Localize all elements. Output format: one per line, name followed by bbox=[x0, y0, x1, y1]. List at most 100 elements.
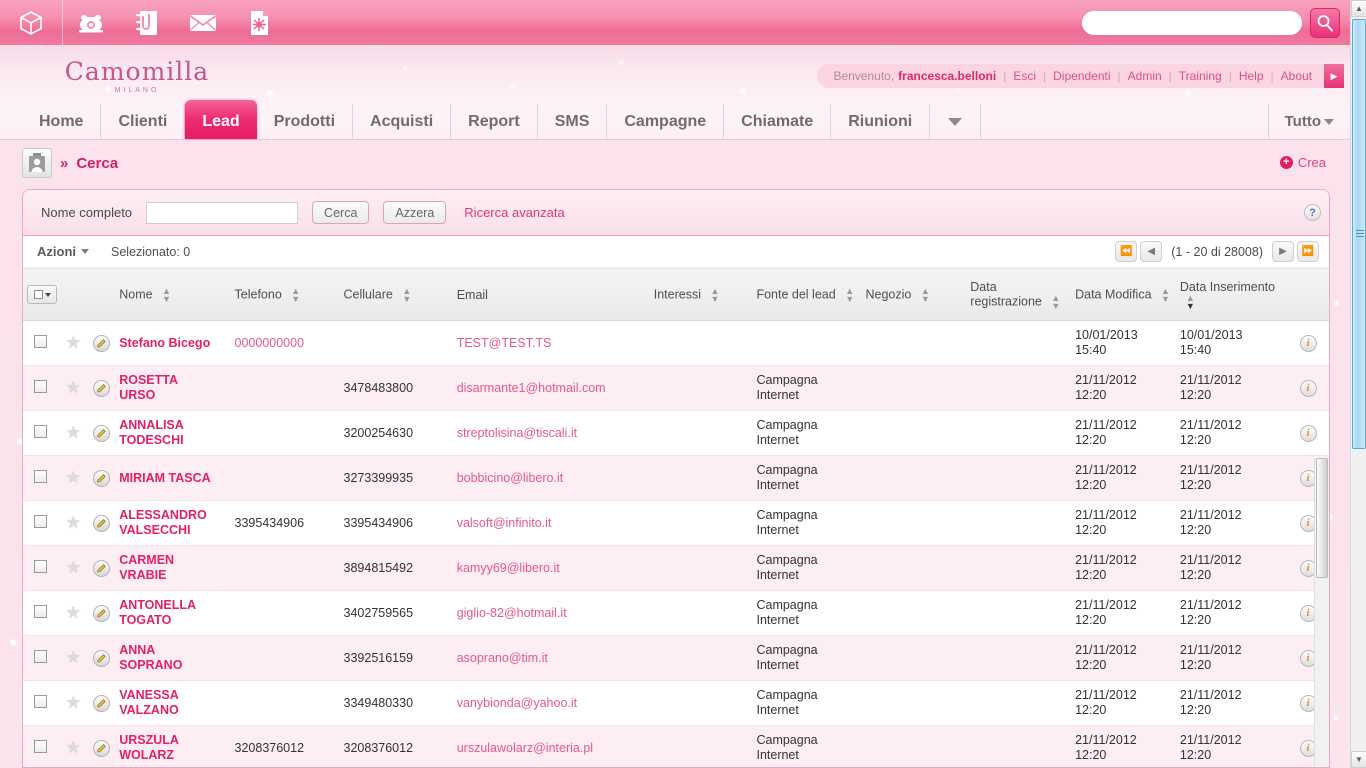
nav-item-lead[interactable]: Lead bbox=[185, 100, 257, 139]
nav-item-chiamate[interactable]: Chiamate bbox=[724, 104, 832, 139]
sort-icon[interactable]: ▲ ▼ bbox=[1161, 286, 1170, 303]
select-all-dropdown[interactable] bbox=[27, 285, 57, 304]
th-nome[interactable]: Nome ▲ ▼ bbox=[115, 268, 231, 321]
cell-email[interactable]: TEST@TEST.TS bbox=[452, 320, 650, 366]
row-checkbox[interactable] bbox=[34, 380, 48, 393]
row-checkbox[interactable] bbox=[34, 515, 48, 528]
search-submit-button[interactable]: Cerca bbox=[312, 201, 370, 224]
cell-email[interactable]: bobbicino@libero.it bbox=[452, 455, 650, 501]
row-checkbox[interactable] bbox=[34, 470, 48, 483]
info-icon[interactable]: i bbox=[1299, 379, 1317, 397]
nav-item-clienti[interactable]: Clienti bbox=[101, 104, 186, 139]
table-row[interactable]: ★ URSZULA WOLARZ 3208376012 3208376012 urszul… bbox=[23, 725, 1329, 767]
th-negozio[interactable]: Negozio ▲ ▼ bbox=[861, 268, 967, 321]
table-row[interactable]: ★ ANNALISA TODESCHI 3200254630 streptolisina… bbox=[23, 410, 1329, 456]
table-scrollbar-thumb[interactable] bbox=[1316, 458, 1328, 578]
info-icon[interactable]: i bbox=[1299, 424, 1317, 442]
sort-icon[interactable]: ▲ ▼ bbox=[845, 286, 854, 303]
cell-nome[interactable]: ROSETTA URSO bbox=[115, 365, 231, 411]
cell-email[interactable]: vanybionda@yahoo.it bbox=[452, 680, 650, 726]
nav-item-campagne[interactable]: Campagne bbox=[607, 104, 725, 139]
global-search-input[interactable] bbox=[1082, 10, 1302, 35]
row-checkbox[interactable] bbox=[34, 650, 48, 663]
full-name-input[interactable] bbox=[146, 201, 299, 224]
search-icon[interactable] bbox=[1310, 7, 1340, 38]
star-icon[interactable]: ★ bbox=[66, 423, 81, 442]
pager-first-button[interactable]: ⏪ bbox=[1115, 241, 1138, 262]
star-icon[interactable]: ★ bbox=[66, 513, 81, 532]
window-scrollbar[interactable]: ▲ ▼ bbox=[1350, 0, 1366, 768]
cell-email[interactable]: kamyy69@libero.it bbox=[452, 545, 650, 591]
th-cellulare[interactable]: Cellulare ▲ ▼ bbox=[339, 268, 453, 321]
pencil-edit-icon[interactable] bbox=[93, 604, 111, 622]
cell-nome[interactable]: Stefano Bicego bbox=[115, 320, 231, 366]
table-row[interactable]: ★ ANNA SOPRANO 3392516159 asoprano@tim.it Cam… bbox=[23, 635, 1329, 681]
cell-email[interactable]: disarmante1@hotmail.com bbox=[452, 365, 650, 411]
notebook-clip-icon[interactable] bbox=[119, 0, 175, 45]
cell-nome[interactable]: ALESSANDRO VALSECCHI bbox=[115, 500, 231, 546]
create-button[interactable]: + Crea bbox=[1279, 155, 1326, 170]
pencil-edit-icon[interactable] bbox=[93, 379, 111, 397]
scroll-down-arrow-icon[interactable]: ▼ bbox=[1351, 751, 1366, 768]
sort-icon[interactable]: ▲ ▼ bbox=[162, 286, 171, 303]
window-scrollbar-thumb[interactable] bbox=[1352, 19, 1366, 449]
cell-nome[interactable]: ANTONELLA TOGATO bbox=[115, 590, 231, 636]
pager-next-button[interactable]: ▶ bbox=[1272, 241, 1294, 262]
userbar-link-help[interactable]: Help bbox=[1239, 69, 1264, 83]
scroll-up-arrow-icon[interactable]: ▲ bbox=[1351, 0, 1366, 17]
document-spider-icon[interactable] bbox=[231, 0, 287, 45]
info-icon[interactable]: i bbox=[1299, 334, 1317, 352]
nav-more-dropdown[interactable] bbox=[930, 104, 982, 139]
star-icon[interactable]: ★ bbox=[66, 693, 81, 712]
table-scrollbar[interactable] bbox=[1314, 458, 1329, 767]
pencil-edit-icon[interactable] bbox=[93, 559, 111, 577]
table-row[interactable]: ★ MIRIAM TASCA 3273399935 bobbicino@libero.… bbox=[23, 455, 1329, 501]
cell-nome[interactable]: CARMEN VRABIE bbox=[115, 545, 231, 591]
cell-nome[interactable]: MIRIAM TASCA bbox=[115, 455, 231, 501]
th-fonte[interactable]: Fonte del lead ▲ ▼ bbox=[752, 268, 862, 321]
nav-item-home[interactable]: Home bbox=[22, 104, 102, 139]
row-checkbox[interactable] bbox=[34, 605, 48, 618]
star-icon[interactable]: ★ bbox=[66, 468, 81, 487]
pencil-edit-icon[interactable] bbox=[93, 694, 111, 712]
telephone-icon[interactable] bbox=[63, 0, 119, 45]
star-icon[interactable]: ★ bbox=[66, 378, 81, 397]
star-icon[interactable]: ★ bbox=[66, 333, 81, 352]
sort-icon[interactable]: ▲ ▼ bbox=[921, 286, 930, 303]
cell-email[interactable]: streptolisina@tiscali.it bbox=[452, 410, 650, 456]
row-checkbox[interactable] bbox=[34, 425, 48, 438]
row-checkbox[interactable] bbox=[34, 560, 48, 573]
sort-icon[interactable]: ▲ ▼ bbox=[710, 286, 719, 303]
table-row[interactable]: ★ Stefano Bicego 0000000000 TEST@TEST.TS 10/… bbox=[23, 320, 1329, 366]
sort-icon[interactable]: ▲ ▼ bbox=[402, 286, 411, 303]
userbar-link-about[interactable]: About bbox=[1281, 69, 1312, 83]
nav-item-sms[interactable]: SMS bbox=[538, 104, 608, 139]
cell-email[interactable]: asoprano@tim.it bbox=[452, 635, 650, 681]
sort-icon[interactable]: ▲ ▼ bbox=[1051, 293, 1060, 310]
userbar-expand-arrow-icon[interactable]: ▶ bbox=[1324, 64, 1344, 88]
th-interessi[interactable]: Interessi ▲ ▼ bbox=[649, 268, 753, 321]
star-icon[interactable]: ★ bbox=[66, 738, 81, 757]
table-row[interactable]: ★ ANTONELLA TOGATO 3402759565 giglio-82@hotm… bbox=[23, 590, 1329, 636]
pager-last-button[interactable]: ⏩ bbox=[1297, 241, 1319, 262]
pencil-edit-icon[interactable] bbox=[93, 424, 111, 442]
star-icon[interactable]: ★ bbox=[66, 603, 81, 622]
th-data-inserimento[interactable]: Data Inserimento ▲ ▼ bbox=[1175, 268, 1287, 321]
userbar-link-esci[interactable]: Esci bbox=[1013, 69, 1036, 83]
table-row[interactable]: ★ ROSETTA URSO 3478483800 disarmante1@hotmai… bbox=[23, 365, 1329, 411]
pencil-edit-icon[interactable] bbox=[93, 514, 111, 532]
pencil-edit-icon[interactable] bbox=[93, 739, 111, 757]
th-data-registrazione[interactable]: Data registrazione ▲ ▼ bbox=[966, 268, 1072, 321]
cell-nome[interactable]: URSZULA WOLARZ bbox=[115, 725, 231, 767]
nav-scope-dropdown[interactable]: Tutto bbox=[1269, 104, 1350, 139]
cell-nome[interactable]: ANNALISA TODESCHI bbox=[115, 410, 231, 456]
cell-email[interactable]: urszulawolarz@interia.pl bbox=[452, 725, 650, 767]
table-row[interactable]: ★ CARMEN VRABIE 3894815492 kamyy69@libero.it… bbox=[23, 545, 1329, 591]
userbar-link-admin[interactable]: Admin bbox=[1128, 69, 1162, 83]
row-checkbox[interactable] bbox=[34, 740, 48, 753]
sort-icon[interactable]: ▲ ▼ bbox=[291, 286, 300, 303]
cell-nome[interactable]: ANNA SOPRANO bbox=[115, 635, 231, 681]
row-checkbox[interactable] bbox=[34, 695, 48, 708]
nav-item-acquisti[interactable]: Acquisti bbox=[353, 104, 452, 139]
reset-button[interactable]: Azzera bbox=[383, 201, 447, 224]
